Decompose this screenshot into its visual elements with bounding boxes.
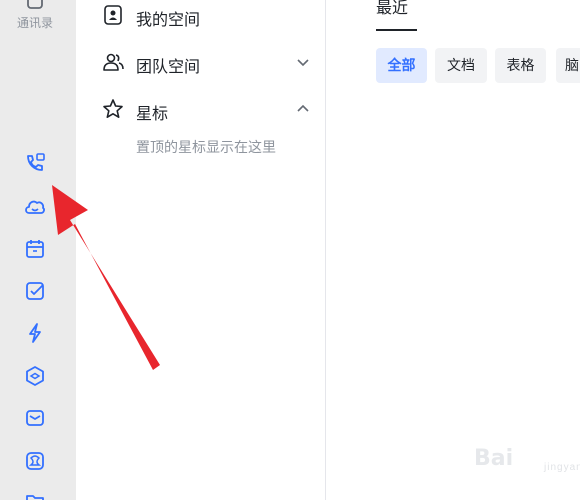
nav-item-team-space[interactable]: 团队空间 — [100, 47, 309, 77]
app-sidebar: 通讯录 — [0, 0, 76, 500]
contacts-label: 通讯录 — [16, 16, 53, 30]
watermark-text: Bai — [474, 446, 514, 471]
chevron-up-icon[interactable] — [296, 102, 310, 116]
filter-sheets-chip[interactable]: 表格 — [495, 48, 546, 83]
space-nav-panel: 我的空间 团队空间 星标 置顶的星标显示在这里 — [76, 0, 326, 500]
star-icon — [102, 98, 124, 120]
main-content: 最近 全部 文档 表格 脑 — [326, 0, 580, 500]
tab-recent[interactable]: 最近 — [376, 0, 408, 18]
minutes-icon[interactable] — [24, 450, 46, 472]
team-icon — [102, 51, 124, 73]
watermark-subtext: jingyan — [544, 462, 580, 473]
mail-icon[interactable] — [24, 407, 46, 429]
phone-share-icon[interactable] — [24, 152, 46, 174]
calendar-icon[interactable] — [24, 238, 46, 260]
nav-item-my-space[interactable]: 我的空间 — [100, 0, 300, 30]
chevron-down-icon[interactable] — [296, 55, 310, 69]
team-space-label: 团队空间 — [136, 59, 201, 76]
filter-docs-chip[interactable]: 文档 — [435, 48, 487, 83]
filter-mindnote-chip[interactable]: 脑 — [556, 48, 580, 83]
watermark-logo: Bai jingyan — [470, 438, 580, 478]
lightning-icon[interactable] — [24, 322, 46, 344]
starred-label: 星标 — [136, 106, 169, 123]
task-check-icon[interactable] — [24, 280, 46, 302]
starred-empty-hint: 置顶的星标显示在这里 — [136, 139, 276, 155]
document-person-icon — [102, 4, 124, 26]
cloud-icon[interactable] — [24, 196, 46, 218]
workplace-hexagon-icon[interactable] — [24, 365, 46, 387]
active-tab-indicator — [376, 29, 417, 31]
filter-all-chip[interactable]: 全部 — [376, 48, 427, 83]
nav-item-starred[interactable]: 星标 — [100, 94, 309, 124]
contacts-nav[interactable]: 通讯录 — [0, 0, 76, 34]
my-space-label: 我的空间 — [136, 12, 201, 29]
contacts-icon — [25, 0, 45, 10]
folder-icon[interactable] — [24, 490, 46, 500]
